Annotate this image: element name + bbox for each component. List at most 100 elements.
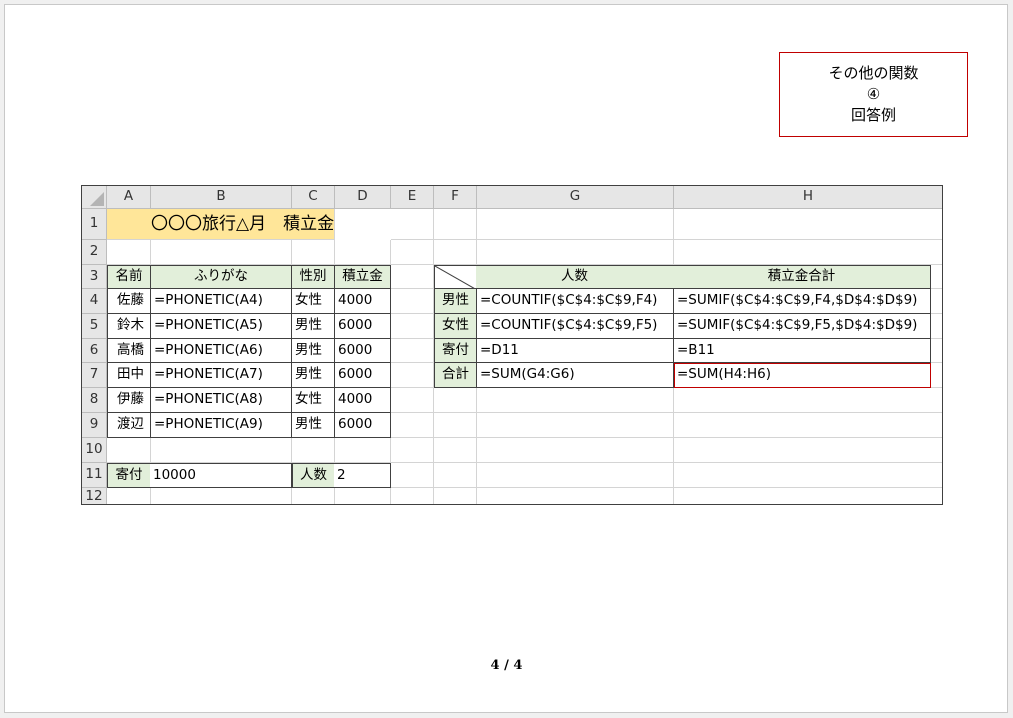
select-all-corner[interactable]	[82, 186, 107, 209]
header-count[interactable]: 人数	[476, 265, 674, 289]
sheet-cell[interactable]	[391, 413, 434, 438]
sheet-title[interactable]: 〇〇〇旅行△月 積立金	[107, 209, 335, 240]
cell-amount[interactable]: 6000	[335, 339, 391, 363]
row-label[interactable]: 女性	[434, 314, 477, 339]
sheet-cell[interactable]	[477, 240, 674, 265]
cell-gender[interactable]: 女性	[292, 388, 335, 413]
column-header-g[interactable]: G	[477, 186, 674, 209]
cell-furigana[interactable]: =PHONETIC(A8)	[151, 388, 292, 413]
row-header-4[interactable]: 4	[82, 289, 107, 314]
sheet-cell[interactable]	[674, 413, 942, 438]
cell-furigana[interactable]: =PHONETIC(A9)	[151, 413, 292, 438]
sheet-cell[interactable]	[391, 289, 434, 314]
cell-amount[interactable]: 6000	[335, 314, 391, 339]
sheet-cell[interactable]	[477, 463, 674, 488]
sheet-cell[interactable]	[391, 314, 434, 339]
header-gender[interactable]: 性別	[292, 265, 335, 289]
row-header-11[interactable]: 11	[82, 463, 107, 488]
sheet-cell[interactable]	[292, 240, 335, 265]
sheet-cell[interactable]	[434, 209, 477, 240]
header-furigana[interactable]: ふりがな	[151, 265, 292, 289]
cell-amount[interactable]: 6000	[335, 363, 391, 388]
cell-furigana[interactable]: =PHONETIC(A5)	[151, 314, 292, 339]
row-header-5[interactable]: 5	[82, 314, 107, 339]
sheet-cell[interactable]	[434, 463, 477, 488]
sheet-cell[interactable]	[391, 388, 434, 413]
sheet-cell[interactable]	[151, 488, 292, 504]
cell-gender[interactable]: 男性	[292, 339, 335, 363]
sheet-cell[interactable]	[151, 438, 292, 463]
sheet-cell[interactable]	[674, 209, 942, 240]
cell-furigana[interactable]: =PHONETIC(A6)	[151, 339, 292, 363]
sheet-cell[interactable]	[391, 363, 434, 388]
cell-count-formula[interactable]: =D11	[477, 339, 674, 363]
column-header-c[interactable]: C	[292, 186, 335, 209]
column-header-h[interactable]: H	[674, 186, 942, 209]
row-header-7[interactable]: 7	[82, 363, 107, 388]
sheet-cell[interactable]	[151, 240, 292, 265]
sheet-cell[interactable]	[674, 240, 942, 265]
row-header-6[interactable]: 6	[82, 339, 107, 363]
sheet-cell[interactable]	[434, 388, 477, 413]
cell-amount[interactable]: 4000	[335, 289, 391, 314]
cell-amount[interactable]: 4000	[335, 388, 391, 413]
donation-value[interactable]: 10000	[150, 463, 292, 488]
cell-name[interactable]: 鈴木	[107, 314, 151, 339]
column-header-f[interactable]: F	[434, 186, 477, 209]
row-label[interactable]: 男性	[434, 289, 477, 314]
sheet-cell[interactable]	[391, 240, 434, 265]
column-header-e[interactable]: E	[391, 186, 434, 209]
cell-amount[interactable]: 6000	[335, 413, 391, 438]
sheet-cell[interactable]	[477, 209, 674, 240]
sheet-cell[interactable]	[391, 463, 434, 488]
column-header-d[interactable]: D	[335, 186, 391, 209]
row-header-1[interactable]: 1	[82, 209, 107, 240]
cell-name[interactable]: 田中	[107, 363, 151, 388]
sheet-cell[interactable]	[391, 488, 434, 504]
row-header-12[interactable]: 12	[82, 488, 107, 504]
sheet-cell[interactable]	[107, 438, 151, 463]
sheet-cell[interactable]	[292, 488, 335, 504]
cell-name[interactable]: 伊藤	[107, 388, 151, 413]
sheet-cell[interactable]	[292, 438, 335, 463]
sheet-cell[interactable]	[434, 413, 477, 438]
count-label[interactable]: 人数	[292, 463, 335, 488]
row-header-9[interactable]: 9	[82, 413, 107, 438]
row-header-10[interactable]: 10	[82, 438, 107, 463]
sheet-cell[interactable]	[477, 388, 674, 413]
column-header-a[interactable]: A	[107, 186, 151, 209]
row-header-3[interactable]: 3	[82, 265, 107, 289]
cell-gender[interactable]: 男性	[292, 363, 335, 388]
cell-name[interactable]: 佐藤	[107, 289, 151, 314]
sheet-cell[interactable]	[477, 488, 674, 504]
cell-name[interactable]: 高橋	[107, 339, 151, 363]
cell-furigana[interactable]: =PHONETIC(A7)	[151, 363, 292, 388]
cell-gender[interactable]: 女性	[292, 289, 335, 314]
sheet-cell[interactable]	[477, 438, 674, 463]
selected-cell-h7[interactable]: =SUM(H4:H6)	[674, 363, 931, 388]
sheet-cell[interactable]	[477, 413, 674, 438]
cell-gender[interactable]: 男性	[292, 314, 335, 339]
count-value[interactable]: 2	[334, 463, 391, 488]
cell-count-formula[interactable]: =COUNTIF($C$4:$C$9,F5)	[477, 314, 674, 339]
sheet-cell[interactable]	[674, 388, 942, 413]
row-header-2[interactable]: 2	[82, 240, 107, 265]
cell-furigana[interactable]: =PHONETIC(A4)	[151, 289, 292, 314]
donation-label[interactable]: 寄付	[107, 463, 151, 488]
cell-gender[interactable]: 男性	[292, 413, 335, 438]
cell-count-formula[interactable]: =SUM(G4:G6)	[477, 363, 674, 388]
sheet-cell[interactable]	[434, 488, 477, 504]
column-header-b[interactable]: B	[151, 186, 292, 209]
cell-total-formula[interactable]: =SUMIF($C$4:$C$9,F5,$D$4:$D$9)	[674, 314, 931, 339]
row-header-8[interactable]: 8	[82, 388, 107, 413]
sheet-cell[interactable]	[391, 209, 434, 240]
header-total[interactable]: 積立金合計	[673, 265, 931, 289]
sheet-cell[interactable]	[335, 438, 391, 463]
row-label[interactable]: 合計	[434, 363, 477, 388]
sheet-cell[interactable]	[391, 265, 434, 289]
header-amount[interactable]: 積立金	[335, 265, 391, 289]
sheet-cell[interactable]	[391, 339, 434, 363]
sheet-cell[interactable]	[107, 488, 151, 504]
diagonal-header-cell[interactable]	[434, 265, 477, 290]
sheet-cell[interactable]	[674, 488, 942, 504]
